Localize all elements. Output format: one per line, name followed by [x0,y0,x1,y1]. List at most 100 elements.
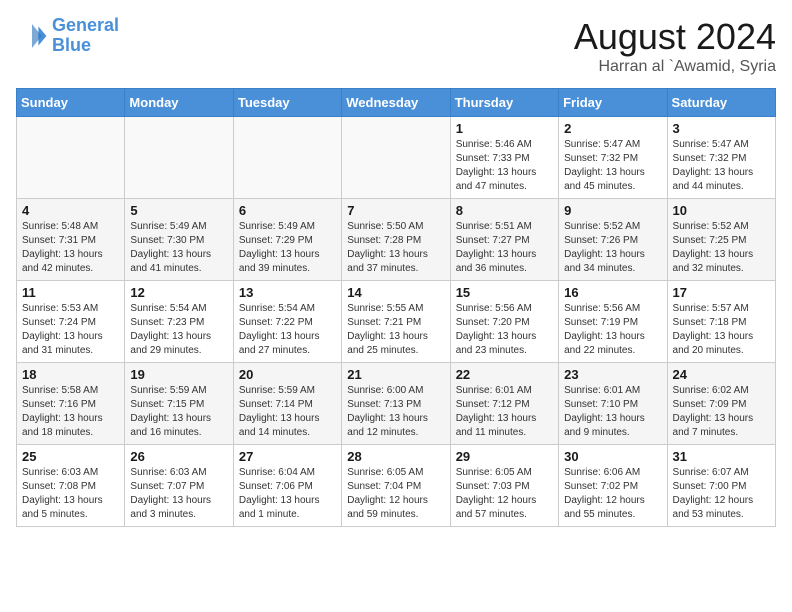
day-number: 8 [456,203,553,218]
day-header-thursday: Thursday [450,89,558,117]
day-number: 31 [673,449,770,464]
calendar-cell: 10 Sunrise: 5:52 AM Sunset: 7:25 PM Dayli… [667,199,775,281]
location: Harran al `Awamid, Syria [574,58,776,76]
calendar-cell: 13Sunrise: 5:54 AM Sunset: 7:22 PM Dayli… [233,281,341,363]
calendar-cell: 1 Sunrise: 5:46 AM Sunset: 7:33 PM Daylig… [450,117,558,199]
calendar-cell: 6Sunrise: 5:49 AM Sunset: 7:29 PM Daylig… [233,199,341,281]
day-info: Sunrise: 5:46 AM Sunset: 7:33 PM Dayligh… [456,138,553,194]
day-number: 30 [564,449,661,464]
day-number: 26 [130,449,227,464]
day-info: Sunrise: 5:53 AM Sunset: 7:24 PM Dayligh… [22,302,119,358]
calendar-cell: 15 Sunrise: 5:56 AM Sunset: 7:20 PM Dayli… [450,281,558,363]
day-info: Sunrise: 6:01 AM Sunset: 7:10 PM Dayligh… [564,384,661,440]
day-info: Sunrise: 6:00 AM Sunset: 7:13 PM Dayligh… [347,384,444,440]
logo-line2: Blue [52,35,91,55]
calendar-cell: 31 Sunrise: 6:07 AM Sunset: 7:00 PM Dayli… [667,445,775,527]
title-block: August 2024 Harran al `Awamid, Syria [574,16,776,76]
calendar-cell: 30 Sunrise: 6:06 AM Sunset: 7:02 PM Dayli… [559,445,667,527]
day-info: Sunrise: 6:06 AM Sunset: 7:02 PM Dayligh… [564,466,661,522]
day-info: Sunrise: 5:56 AM Sunset: 7:20 PM Dayligh… [456,302,553,358]
day-header-monday: Monday [125,89,233,117]
calendar-cell: 29 Sunrise: 6:05 AM Sunset: 7:03 PM Dayli… [450,445,558,527]
day-header-wednesday: Wednesday [342,89,450,117]
day-number: 25 [22,449,119,464]
calendar-cell: 7 Sunrise: 5:50 AM Sunset: 7:28 PM Daylig… [342,199,450,281]
day-info: Sunrise: 5:51 AM Sunset: 7:27 PM Dayligh… [456,220,553,276]
page-header: General Blue August 2024 Harran al `Awam… [16,16,776,76]
calendar-cell: 20Sunrise: 5:59 AM Sunset: 7:14 PM Dayli… [233,363,341,445]
day-number: 24 [673,367,770,382]
day-info: Sunrise: 6:01 AM Sunset: 7:12 PM Dayligh… [456,384,553,440]
calendar-cell: 24 Sunrise: 6:02 AM Sunset: 7:09 PM Dayli… [667,363,775,445]
calendar-cell: 11 Sunrise: 5:53 AM Sunset: 7:24 PM Dayli… [17,281,125,363]
calendar-cell: 14 Sunrise: 5:55 AM Sunset: 7:21 PM Dayli… [342,281,450,363]
week-row-2: 4 Sunrise: 5:48 AM Sunset: 7:31 PM Daylig… [17,199,776,281]
calendar-cell [17,117,125,199]
day-number: 23 [564,367,661,382]
day-header-sunday: Sunday [17,89,125,117]
day-number: 28 [347,449,444,464]
calendar-cell: 4 Sunrise: 5:48 AM Sunset: 7:31 PM Daylig… [17,199,125,281]
calendar-cell: 25 Sunrise: 6:03 AM Sunset: 7:08 PM Dayli… [17,445,125,527]
calendar-cell: 8 Sunrise: 5:51 AM Sunset: 7:27 PM Daylig… [450,199,558,281]
day-number: 7 [347,203,444,218]
day-number: 4 [22,203,119,218]
month-title: August 2024 [574,16,776,58]
calendar-cell: 28 Sunrise: 6:05 AM Sunset: 7:04 PM Dayli… [342,445,450,527]
calendar-cell: 17 Sunrise: 5:57 AM Sunset: 7:18 PM Dayli… [667,281,775,363]
day-info: Sunrise: 5:55 AM Sunset: 7:21 PM Dayligh… [347,302,444,358]
logo-text: General Blue [52,16,119,56]
day-info: Sunrise: 5:52 AM Sunset: 7:25 PM Dayligh… [673,220,770,276]
day-info: Sunrise: 5:54 AM Sunset: 7:22 PM Dayligh… [239,302,336,358]
calendar-table: SundayMondayTuesdayWednesdayThursdayFrid… [16,88,776,527]
day-number: 20 [239,367,336,382]
day-number: 9 [564,203,661,218]
day-header-saturday: Saturday [667,89,775,117]
day-info: Sunrise: 5:47 AM Sunset: 7:32 PM Dayligh… [564,138,661,194]
week-row-5: 25 Sunrise: 6:03 AM Sunset: 7:08 PM Dayli… [17,445,776,527]
day-info: Sunrise: 5:54 AM Sunset: 7:23 PM Dayligh… [130,302,227,358]
calendar-cell: 26Sunrise: 6:03 AM Sunset: 7:07 PM Dayli… [125,445,233,527]
calendar-cell: 16 Sunrise: 5:56 AM Sunset: 7:19 PM Dayli… [559,281,667,363]
day-number: 18 [22,367,119,382]
day-info: Sunrise: 5:50 AM Sunset: 7:28 PM Dayligh… [347,220,444,276]
logo-line1: General [52,15,119,35]
calendar-cell: 2 Sunrise: 5:47 AM Sunset: 7:32 PM Daylig… [559,117,667,199]
day-info: Sunrise: 6:03 AM Sunset: 7:08 PM Dayligh… [22,466,119,522]
logo-icon [16,20,48,52]
day-info: Sunrise: 6:05 AM Sunset: 7:03 PM Dayligh… [456,466,553,522]
day-info: Sunrise: 5:56 AM Sunset: 7:19 PM Dayligh… [564,302,661,358]
day-info: Sunrise: 5:47 AM Sunset: 7:32 PM Dayligh… [673,138,770,194]
calendar-cell: 9 Sunrise: 5:52 AM Sunset: 7:26 PM Daylig… [559,199,667,281]
calendar-cell: 18Sunrise: 5:58 AM Sunset: 7:16 PM Dayli… [17,363,125,445]
calendar-cell: 19Sunrise: 5:59 AM Sunset: 7:15 PM Dayli… [125,363,233,445]
day-number: 3 [673,121,770,136]
day-number: 11 [22,285,119,300]
calendar-cell [233,117,341,199]
day-number: 1 [456,121,553,136]
day-number: 2 [564,121,661,136]
week-row-3: 11 Sunrise: 5:53 AM Sunset: 7:24 PM Dayli… [17,281,776,363]
day-number: 12 [130,285,227,300]
day-number: 5 [130,203,227,218]
calendar-cell: 21Sunrise: 6:00 AM Sunset: 7:13 PM Dayli… [342,363,450,445]
calendar-cell: 22Sunrise: 6:01 AM Sunset: 7:12 PM Dayli… [450,363,558,445]
day-info: Sunrise: 6:07 AM Sunset: 7:00 PM Dayligh… [673,466,770,522]
day-number: 29 [456,449,553,464]
day-number: 14 [347,285,444,300]
day-info: Sunrise: 5:52 AM Sunset: 7:26 PM Dayligh… [564,220,661,276]
week-row-4: 18Sunrise: 5:58 AM Sunset: 7:16 PM Dayli… [17,363,776,445]
day-number: 10 [673,203,770,218]
day-number: 16 [564,285,661,300]
calendar-cell: 3 Sunrise: 5:47 AM Sunset: 7:32 PM Daylig… [667,117,775,199]
day-number: 15 [456,285,553,300]
day-info: Sunrise: 5:49 AM Sunset: 7:30 PM Dayligh… [130,220,227,276]
day-info: Sunrise: 6:05 AM Sunset: 7:04 PM Dayligh… [347,466,444,522]
day-info: Sunrise: 5:48 AM Sunset: 7:31 PM Dayligh… [22,220,119,276]
day-info: Sunrise: 5:49 AM Sunset: 7:29 PM Dayligh… [239,220,336,276]
day-header-tuesday: Tuesday [233,89,341,117]
day-header-friday: Friday [559,89,667,117]
day-number: 17 [673,285,770,300]
day-info: Sunrise: 6:02 AM Sunset: 7:09 PM Dayligh… [673,384,770,440]
day-info: Sunrise: 5:57 AM Sunset: 7:18 PM Dayligh… [673,302,770,358]
